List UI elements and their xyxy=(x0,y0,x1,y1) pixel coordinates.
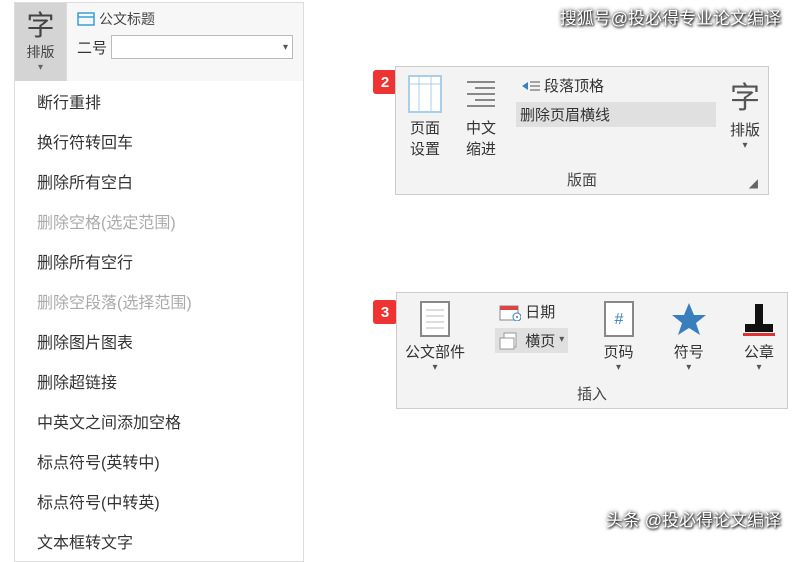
panel1-header: 字 排版 ▾ 公文标题 二号 ▾ xyxy=(15,3,303,81)
doc-parts-label: 公文部件 xyxy=(405,341,465,362)
group-label-insert: 插入 xyxy=(405,383,779,404)
chevron-down-icon: ▾ xyxy=(686,362,691,373)
menu-item-11[interactable]: 文本框转文字 xyxy=(15,521,303,561)
symbol-button[interactable]: 符号 ▾ xyxy=(669,299,709,373)
landscape-icon xyxy=(499,332,521,350)
page-setup-icon xyxy=(404,73,446,115)
page-number-label: 页码 xyxy=(604,341,634,362)
typeset-glyph: 字 xyxy=(26,12,54,40)
stamp-icon xyxy=(739,299,779,339)
menu-item-1[interactable]: 换行符转回车 xyxy=(15,121,303,161)
menu-item-10[interactable]: 标点符号(中转英) xyxy=(15,481,303,521)
font-size-label: 二号 xyxy=(77,37,107,58)
chevron-down-icon: ▾ xyxy=(559,334,564,345)
typeset-menu: 断行重排换行符转回车删除所有空白删除空格(选定范围)删除所有空行删除空段落(选择… xyxy=(15,81,303,561)
cn-indent-button[interactable]: 中文 缩进 xyxy=(460,73,502,159)
page-setup-button[interactable]: 页面 设置 xyxy=(404,73,446,159)
menu-item-9[interactable]: 标点符号(英转中) xyxy=(15,441,303,481)
calendar-icon xyxy=(499,303,521,321)
typeset-button-2[interactable]: 字 排版 ▾ xyxy=(730,73,760,151)
badge-2: 2 xyxy=(373,70,397,94)
dialog-launcher-icon[interactable]: ◢ xyxy=(749,176,758,190)
typeset-glyph: 字 xyxy=(730,73,760,117)
chevron-down-icon: ▾ xyxy=(756,362,761,373)
doc-title-label: 公文标题 xyxy=(99,9,155,29)
menu-item-8[interactable]: 中英文之间添加空格 xyxy=(15,401,303,441)
paragraph-top-button[interactable]: 段落顶格 xyxy=(516,73,716,98)
menu-item-3: 删除空格(选定范围) xyxy=(15,201,303,241)
chevron-down-icon: ▾ xyxy=(742,140,747,151)
typeset-dropdown-panel: 字 排版 ▾ 公文标题 二号 ▾ 断行重排换行符转回车删除所有空白删除空格(选定… xyxy=(14,2,304,562)
page-number-button[interactable]: # 页码 ▾ xyxy=(599,299,639,373)
badge-3: 3 xyxy=(373,300,397,324)
group-label-layout: 版面 ◢ xyxy=(404,169,760,190)
menu-item-5: 删除空段落(选择范围) xyxy=(15,281,303,321)
layout-ribbon-group: 页面 设置 中文 缩进 xyxy=(395,66,769,195)
doc-parts-icon xyxy=(415,299,455,339)
typeset-label: 排版 xyxy=(730,119,760,140)
title-area: 公文标题 二号 ▾ xyxy=(67,3,303,81)
paragraph-top-icon xyxy=(520,78,540,94)
menu-item-6[interactable]: 删除图片图表 xyxy=(15,321,303,361)
menu-item-7[interactable]: 删除超链接 xyxy=(15,361,303,401)
doc-parts-button[interactable]: 公文部件 ▾ xyxy=(405,299,465,373)
page-setup-label: 页面 设置 xyxy=(410,117,440,159)
watermark-bottom: 头条 @投必得论文编译 xyxy=(606,506,781,531)
landscape-button[interactable]: 横页 ▾ xyxy=(495,328,568,353)
typeset-label: 排版 xyxy=(27,42,55,62)
svg-text:#: # xyxy=(614,311,623,328)
seal-button[interactable]: 公章 ▾ xyxy=(739,299,779,373)
page-number-icon: # xyxy=(599,299,639,339)
star-icon xyxy=(669,299,709,339)
cn-indent-icon xyxy=(460,73,502,115)
chevron-down-icon: ▾ xyxy=(38,62,43,73)
doc-title-icon xyxy=(77,12,95,26)
font-size-row: 二号 ▾ xyxy=(77,35,293,59)
symbol-label: 符号 xyxy=(674,341,704,362)
landscape-label: 横页 xyxy=(525,330,555,351)
paragraph-top-label: 段落顶格 xyxy=(544,75,604,96)
date-label: 日期 xyxy=(525,301,555,322)
delete-header-line-button[interactable]: 删除页眉横线 xyxy=(516,102,716,127)
chevron-down-icon: ▾ xyxy=(283,42,288,53)
chevron-down-icon: ▾ xyxy=(432,362,437,373)
insert-ribbon-group: 公文部件 ▾ 日期 横页 ▾ xyxy=(396,292,788,409)
menu-item-2[interactable]: 删除所有空白 xyxy=(15,161,303,201)
menu-item-4[interactable]: 删除所有空行 xyxy=(15,241,303,281)
chevron-down-icon: ▾ xyxy=(616,362,621,373)
seal-label: 公章 xyxy=(744,341,774,362)
doc-title-button[interactable]: 公文标题 xyxy=(77,9,293,29)
menu-item-0[interactable]: 断行重排 xyxy=(15,81,303,121)
typeset-button[interactable]: 字 排版 ▾ xyxy=(15,3,67,81)
date-button[interactable]: 日期 xyxy=(495,299,568,324)
delete-header-line-label: 删除页眉横线 xyxy=(520,104,610,125)
font-size-combobox[interactable]: ▾ xyxy=(111,35,293,59)
watermark-top: 搜狐号@投必得专业论文编译 xyxy=(560,4,781,29)
cn-indent-label: 中文 缩进 xyxy=(466,117,496,159)
